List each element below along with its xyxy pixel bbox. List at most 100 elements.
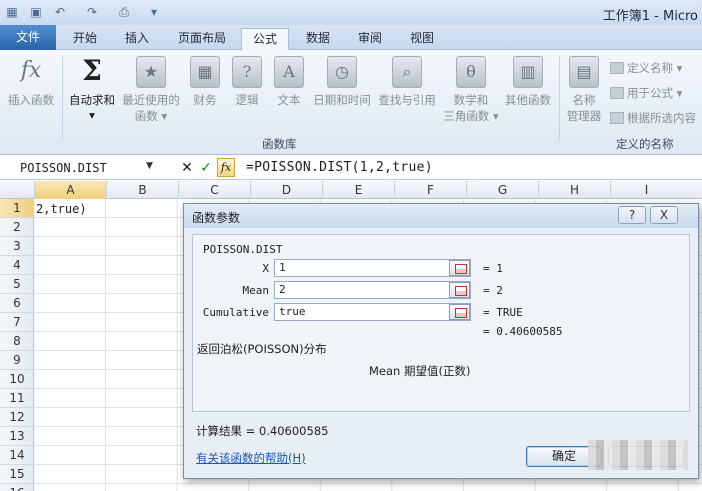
select-all-corner[interactable]	[0, 181, 34, 199]
arg-label-mean: Mean	[242, 284, 270, 297]
function-arguments-dialog: 函数参数 ? X POISSON.DIST X 1 = 1 Mean 2 = 2…	[183, 203, 699, 479]
collapse-dialog-icon[interactable]	[449, 282, 470, 298]
excel-logo-icon[interactable]: ▦	[4, 4, 20, 20]
column-header[interactable]: C	[178, 181, 250, 199]
arg-result-x: = 1	[483, 262, 503, 275]
cancel-icon[interactable]: ✕	[180, 158, 194, 178]
redo-icon[interactable]: ↷	[84, 4, 100, 20]
ribbon-tabs: 文件 开始 插入 页面布局 公式 数据 审阅 视图	[0, 25, 702, 51]
more-functions-button[interactable]: ▥ 其他函数	[502, 54, 554, 108]
undo-icon[interactable]: ↶	[52, 4, 68, 20]
book-icon: ★	[136, 56, 166, 88]
name-box[interactable]: POISSON.DIST	[2, 158, 154, 178]
create-from-selection-button[interactable]: 根据所选内容	[610, 110, 696, 126]
row-header[interactable]: 8	[0, 332, 34, 351]
column-header[interactable]: A	[34, 181, 106, 199]
tab-file[interactable]: 文件	[0, 25, 56, 50]
row-header[interactable]: 10	[0, 370, 34, 389]
dialog-title-bar[interactable]: 函数参数 ? X	[184, 204, 698, 228]
enter-icon[interactable]: ✓	[198, 158, 214, 178]
argument-description: Mean 期望值(正数)	[369, 364, 471, 378]
row-header[interactable]: 6	[0, 294, 34, 313]
calendar-book-icon: ◷	[327, 56, 357, 88]
column-header[interactable]: F	[394, 181, 466, 199]
row-headers: 1 2 3 4 5 6 7 8 9 10 11 12 13 14 15 16	[0, 199, 34, 491]
arg-label-cumulative: Cumulative	[202, 306, 269, 319]
text-book-icon: A	[274, 56, 304, 88]
column-header[interactable]: H	[538, 181, 610, 199]
ribbon-formulas: fx 插入函数 Σ 自动求和 ▾ ★ 最近使用的 函数 ▾ ▦ 财务 ? 逻辑 …	[0, 50, 702, 155]
logical-button[interactable]: ? 逻辑	[228, 54, 266, 108]
row-header[interactable]: 5	[0, 275, 34, 294]
column-header[interactable]: D	[250, 181, 322, 199]
collapse-dialog-icon[interactable]	[449, 304, 470, 320]
define-name-button[interactable]: 定义名称 ▾	[610, 60, 682, 76]
financial-button[interactable]: ▦ 财务	[186, 54, 224, 108]
row-header[interactable]: 13	[0, 427, 34, 446]
tab-data[interactable]: 数据	[294, 28, 342, 50]
row-header[interactable]: 11	[0, 389, 34, 408]
print-preview-icon[interactable]: ⎙	[116, 4, 132, 20]
tab-view[interactable]: 视图	[398, 28, 446, 50]
save-icon[interactable]: ▣	[28, 4, 44, 20]
insert-function-button[interactable]: fx 插入函数	[2, 54, 60, 108]
tab-formulas[interactable]: 公式	[241, 28, 289, 51]
ribbon-separator	[559, 56, 560, 140]
help-link[interactable]: 有关该函数的帮助(H)	[196, 450, 306, 466]
name-manager-button[interactable]: ▤ 名称 管理器	[562, 54, 606, 124]
column-header[interactable]: E	[322, 181, 394, 199]
row-header[interactable]: 3	[0, 237, 34, 256]
theta-book-icon: θ	[456, 56, 486, 88]
arg-result-cumulative: = TRUE	[483, 306, 523, 319]
text-button[interactable]: A 文本	[270, 54, 308, 108]
calculation-result: 计算结果 = 0.40600585	[196, 424, 329, 438]
row-header[interactable]: 16	[0, 484, 34, 491]
defined-names-group-label: 定义的名称	[616, 137, 674, 151]
column-header[interactable]: I	[610, 181, 682, 199]
close-icon[interactable]: X	[650, 206, 678, 224]
arguments-panel: POISSON.DIST X 1 = 1 Mean 2 = 2 Cumulati…	[192, 234, 690, 412]
name-box-dropdown-icon[interactable]: ▼	[146, 161, 153, 171]
function-name: POISSON.DIST	[203, 243, 283, 256]
math-trig-button[interactable]: θ 数学和 三角函数 ▾	[440, 54, 502, 124]
arg-input-mean[interactable]: 2	[274, 281, 471, 299]
tab-page-layout[interactable]: 页面布局	[166, 28, 238, 50]
row-header[interactable]: 4	[0, 256, 34, 275]
financial-book-icon: ▦	[190, 56, 220, 88]
row-header[interactable]: 15	[0, 465, 34, 484]
column-header[interactable]: G	[466, 181, 538, 199]
recent-functions-button[interactable]: ★ 最近使用的 函数 ▾	[120, 54, 182, 124]
row-header[interactable]: 2	[0, 218, 34, 237]
column-header[interactable]: B	[106, 181, 178, 199]
formula-input[interactable]: =POISSON.DIST(1,2,true)	[246, 158, 433, 178]
tab-home[interactable]: 开始	[60, 28, 110, 50]
row-header[interactable]: 1	[0, 199, 34, 218]
sigma-icon: Σ	[82, 54, 102, 87]
formula-bar: POISSON.DIST ▼ ✕ ✓ fx =POISSON.DIST(1,2,…	[0, 156, 702, 180]
row-header[interactable]: 9	[0, 351, 34, 370]
arg-input-cumulative[interactable]: true	[274, 303, 471, 321]
use-in-formula-button[interactable]: 用于公式 ▾	[610, 85, 682, 101]
lookup-button[interactable]: ⌕ 查找与引用	[376, 54, 438, 108]
tab-review[interactable]: 审阅	[346, 28, 394, 50]
ribbon-separator	[62, 56, 63, 140]
cell-a1[interactable]: 2,true)	[36, 200, 87, 218]
name-manager-icon: ▤	[569, 56, 599, 88]
title-bar: ▦ ▣ ↶ ↷ ⎙ ▾ 工作簿1 - Micro	[0, 0, 702, 25]
help-icon[interactable]: ?	[618, 206, 646, 224]
dialog-title: 函数参数	[192, 211, 241, 225]
collapse-dialog-icon[interactable]	[449, 260, 470, 276]
arg-result-mean: = 2	[483, 284, 503, 297]
autosum-button[interactable]: Σ 自动求和 ▾	[64, 54, 120, 123]
blurred-region	[588, 440, 688, 470]
row-header[interactable]: 7	[0, 313, 34, 332]
customize-qat-icon[interactable]: ▾	[146, 4, 162, 20]
row-header[interactable]: 14	[0, 446, 34, 465]
function-library-group-label: 函数库	[262, 137, 297, 151]
row-header[interactable]: 12	[0, 408, 34, 427]
datetime-button[interactable]: ◷ 日期和时间	[310, 54, 374, 108]
fx-icon[interactable]: fx	[217, 158, 235, 177]
arg-input-x[interactable]: 1	[274, 259, 471, 277]
create-from-selection-icon	[610, 112, 624, 124]
tab-insert[interactable]: 插入	[113, 28, 161, 50]
